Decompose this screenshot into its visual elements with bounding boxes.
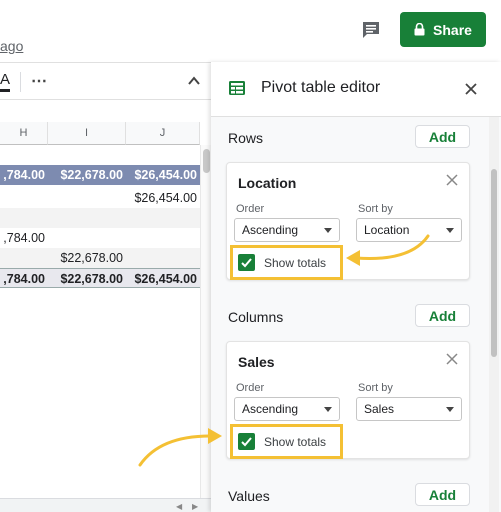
table-cell[interactable] xyxy=(0,188,48,208)
table-row: $26,454.00 xyxy=(0,188,200,208)
share-label: Share xyxy=(433,21,472,38)
table-row xyxy=(0,208,200,228)
table-cell[interactable]: ,784.00 xyxy=(0,165,48,185)
column-field-card-sales: Sales Order Ascending Sort by Sales Show… xyxy=(226,341,470,459)
sort-by-select[interactable]: Location xyxy=(356,218,462,242)
chevron-down-icon xyxy=(446,228,454,233)
table-cell[interactable]: $26,454.00 xyxy=(126,188,200,208)
sort-by-label: Sort by xyxy=(358,382,393,394)
column-header-j[interactable]: J xyxy=(126,122,200,145)
sheet-scroll-thumb[interactable] xyxy=(203,149,210,173)
values-section-label: Values xyxy=(228,488,270,504)
remove-field-icon[interactable] xyxy=(445,352,459,366)
table-cell[interactable]: $22,678.00 xyxy=(48,269,126,289)
order-label: Order xyxy=(236,203,265,215)
table-cell[interactable] xyxy=(48,208,126,228)
table-cell[interactable] xyxy=(126,228,200,248)
table-cell[interactable] xyxy=(48,228,126,248)
pivot-table-icon xyxy=(229,81,245,95)
show-totals-label: Show totals xyxy=(264,256,327,270)
spreadsheet-grid: H I J ,784.00 $22,678.00 $26,454.00 $26,454… xyxy=(0,100,211,512)
order-select[interactable]: Ascending xyxy=(234,397,340,421)
table-cell[interactable] xyxy=(0,248,48,268)
column-header-h[interactable]: H xyxy=(0,122,48,145)
show-totals-label: Show totals xyxy=(264,435,327,449)
sort-by-value: Location xyxy=(364,223,410,237)
table-cell[interactable] xyxy=(126,248,200,268)
sort-by-label: Sort by xyxy=(358,203,393,215)
last-edit-link[interactable]: ago xyxy=(0,38,23,54)
panel-scrollbar[interactable] xyxy=(489,117,499,512)
row-field-card-location: Location Order Ascending Sort by Locatio… xyxy=(226,162,470,280)
panel-body: Rows Add Location Order Ascending Sort b… xyxy=(211,117,501,512)
text-color-button[interactable]: A xyxy=(0,71,10,92)
formatting-toolbar: A ⋯ xyxy=(0,62,211,100)
table-cell[interactable]: $26,454.00 xyxy=(126,269,200,289)
show-totals-checkbox[interactable]: Show totals xyxy=(230,424,343,459)
checkbox-checked-icon[interactable] xyxy=(238,433,255,450)
panel-scroll-thumb[interactable] xyxy=(491,169,497,357)
table-row: ,784.00 $22,678.00 $26,454.00 xyxy=(0,165,200,185)
close-icon[interactable] xyxy=(464,82,478,96)
sheet-vertical-scrollbar[interactable] xyxy=(200,145,211,505)
comment-icon xyxy=(363,22,379,38)
table-row: ,784.00 $22,678.00 $26,454.00 xyxy=(0,268,200,288)
panel-header: Pivot table editor xyxy=(211,62,501,117)
checkbox-checked-icon[interactable] xyxy=(238,254,255,271)
table-cell[interactable]: ,784.00 xyxy=(0,228,48,248)
table-row: ,784.00 xyxy=(0,228,200,248)
add-row-button[interactable]: Add xyxy=(415,125,470,148)
sheet-horizontal-scrollbar[interactable]: ◀ ▶ xyxy=(0,498,211,512)
table-cell[interactable] xyxy=(0,208,48,228)
add-column-button[interactable]: Add xyxy=(415,304,470,327)
order-label: Order xyxy=(236,382,265,394)
order-value: Ascending xyxy=(242,223,299,237)
scroll-left-icon[interactable]: ◀ xyxy=(176,502,182,511)
chevron-down-icon xyxy=(324,407,332,412)
chevron-up-icon[interactable] xyxy=(186,73,202,89)
column-header-i[interactable]: I xyxy=(48,122,126,145)
panel-title: Pivot table editor xyxy=(261,79,381,96)
chevron-down-icon xyxy=(446,407,454,412)
table-cell[interactable]: $22,678.00 xyxy=(48,165,126,185)
table-cell[interactable] xyxy=(126,208,200,228)
more-options-button[interactable]: ⋯ xyxy=(31,71,47,91)
top-bar: ago Share xyxy=(0,0,501,62)
sort-by-value: Sales xyxy=(364,402,395,416)
rows-section-label: Rows xyxy=(228,130,264,146)
pivot-table-editor-panel: Pivot table editor Rows Add Location Ord… xyxy=(211,62,501,512)
show-totals-checkbox[interactable]: Show totals xyxy=(230,245,343,280)
table-cell[interactable]: ,784.00 xyxy=(0,269,48,289)
share-button[interactable]: Share xyxy=(400,12,486,47)
card-title: Location xyxy=(238,175,297,191)
chevron-down-icon xyxy=(324,228,332,233)
table-cell[interactable]: $22,678.00 xyxy=(48,248,126,268)
scroll-right-icon[interactable]: ▶ xyxy=(192,502,198,511)
table-row: $22,678.00 xyxy=(0,248,200,268)
order-select[interactable]: Ascending xyxy=(234,218,340,242)
table-cell[interactable]: $26,454.00 xyxy=(126,165,200,185)
lock-icon xyxy=(414,23,425,36)
remove-field-icon[interactable] xyxy=(445,173,459,187)
toolbar-divider xyxy=(20,72,21,92)
order-value: Ascending xyxy=(242,402,299,416)
card-title: Sales xyxy=(238,354,275,370)
add-value-button[interactable]: Add xyxy=(415,483,470,506)
table-cell[interactable] xyxy=(48,188,126,208)
sort-by-select[interactable]: Sales xyxy=(356,397,462,421)
columns-section-label: Columns xyxy=(228,309,284,325)
comment-button[interactable] xyxy=(357,16,385,44)
